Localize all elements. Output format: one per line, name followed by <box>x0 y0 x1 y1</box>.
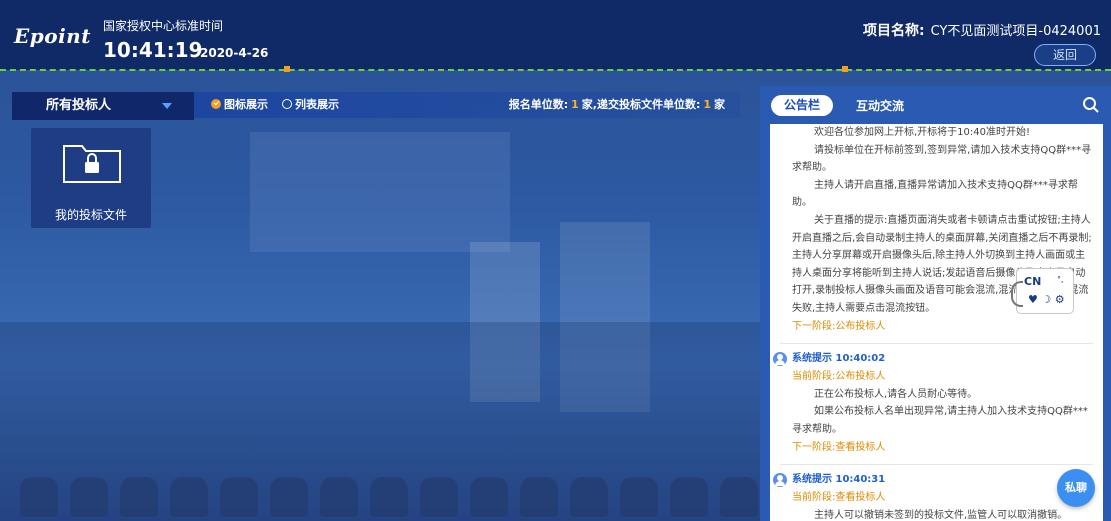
widget-handle <box>1011 281 1023 307</box>
header-divider <box>0 69 1111 71</box>
radio-checked-icon <box>211 99 221 109</box>
announcement-feed[interactable]: 欢迎各位参加网上开标,开标将于10:40准时开始! 请投标单位在开标前签到,签到… <box>770 124 1103 521</box>
view-icon-option[interactable]: 图标展示 <box>211 96 268 112</box>
message-title: 系统提示 10:40:31 <box>792 474 886 486</box>
view-list-label: 列表展示 <box>295 98 339 111</box>
input-method-widget[interactable]: CN °, ♥ ☽ ⚙ <box>1011 268 1074 314</box>
my-bid-file-tile[interactable]: 我的投标文件 <box>31 128 151 228</box>
project-name-value: CY不见面测试项目-0424001 <box>930 24 1101 39</box>
private-chat-button[interactable]: 私聊 <box>1057 469 1095 507</box>
message-header: 系统提示 10:40:31 <box>770 471 1103 489</box>
project-info: 项目名称: CY不见面测试项目-0424001 <box>863 20 1101 40</box>
current-stage-text: 当前阶段:查看投标人 <box>792 492 886 504</box>
search-icon[interactable] <box>1082 96 1100 114</box>
message-line: 如果公布投标人名单出现异常,请主持人加入技术支持QQ群***寻求帮助。 <box>792 406 1088 435</box>
divider-marker <box>842 66 848 72</box>
submitted-label: 家,递交投标文件单位数: <box>581 98 701 111</box>
message-line: 正在公布投标人,请各人员耐心等待。 <box>814 388 978 400</box>
project-name-label: 项目名称: <box>863 23 925 39</box>
chevron-down-icon <box>162 103 172 109</box>
standard-date: 2020-4-26 <box>200 46 269 60</box>
punctuation-icon: °, <box>1057 275 1064 284</box>
message-title: 系统提示 10:40:02 <box>792 353 886 365</box>
stats-unit: 家 <box>714 98 725 111</box>
locked-folder-icon <box>63 145 121 183</box>
current-stage-text: 当前阶段:公布投标人 <box>792 371 886 383</box>
view-icon-label: 图标展示 <box>224 98 268 111</box>
tab-interaction[interactable]: 互动交流 <box>856 97 904 114</box>
divider <box>780 464 1093 466</box>
intro-line: 欢迎各位参加网上开标,开标将于10:40准时开始! <box>814 127 1031 138</box>
system-avatar-icon <box>773 352 787 367</box>
radio-unchecked-icon <box>282 99 292 109</box>
panel-tabs: 公告栏 互动交流 <box>760 86 1111 124</box>
epoint-logo: Epoint <box>14 24 91 48</box>
back-button[interactable]: 返回 <box>1034 44 1096 66</box>
time-source-label: 国家授权中心标准时间 <box>103 19 224 33</box>
standard-clock: 10:41:19 <box>103 38 203 62</box>
registered-label: 报名单位数: <box>508 98 569 111</box>
submitted-count: 1 <box>703 98 711 111</box>
message-line: 主持人可以撤销未签到的投标文件,监管人可以取消撤销。 <box>814 509 1068 521</box>
divider <box>780 343 1093 345</box>
message-body: 正在公布投标人,请各人员耐心等待。 如果公布投标人名单出现异常,请主持人加入技术… <box>770 386 1103 439</box>
view-mode-switch: 图标展示 列表展示 <box>211 96 339 112</box>
message-body: 主持人可以撤销未签到的投标文件,监管人可以取消撤销。 <box>770 507 1103 521</box>
bidder-scope-label: 所有投标人 <box>46 98 112 113</box>
message-header: 系统提示 10:40:02 <box>770 350 1103 368</box>
view-list-option[interactable]: 列表展示 <box>282 96 339 112</box>
bid-statistics: 报名单位数: 1 家,递交投标文件单位数: 1 家 <box>509 96 725 112</box>
next-stage-text: 下一阶段:公布投标人 <box>792 320 886 332</box>
language-indicator: CN <box>1024 275 1042 288</box>
intro-line: 请投标单位在开标前签到,签到异常,请加入技术支持QQ群***寻求帮助。 <box>792 144 1092 174</box>
widget-tools-icon: ♥ ☽ ⚙ <box>1028 293 1065 306</box>
top-header: Epoint 国家授权中心标准时间 10:41:19 2020-4-26 项目名… <box>0 0 1111 72</box>
intro-line: 主持人请开启直播,直播异常请加入技术支持QQ群***寻求帮助。 <box>792 179 1078 209</box>
registered-count: 1 <box>571 98 579 111</box>
tab-announcements[interactable]: 公告栏 <box>771 95 833 116</box>
system-avatar-icon <box>773 473 787 488</box>
next-stage-text: 下一阶段:查看投标人 <box>792 441 886 453</box>
tile-label: 我的投标文件 <box>54 208 127 222</box>
bidder-scope-dropdown[interactable]: 所有投标人 <box>12 92 194 120</box>
